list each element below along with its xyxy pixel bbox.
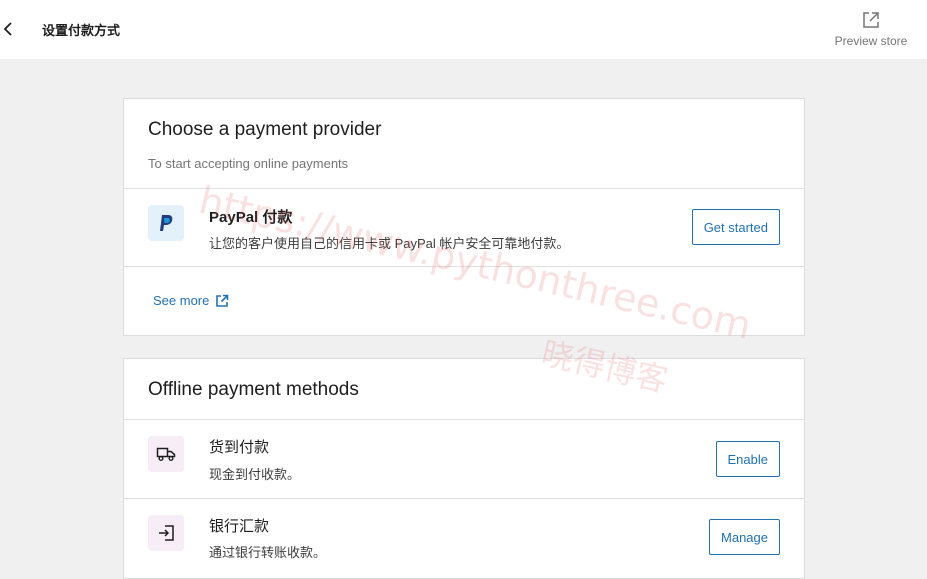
payment-method-row: PayPal 付款 让您的客户使用自己的信用卡或 PayPal 帐户安全可靠地付… <box>124 189 804 266</box>
get-started-button[interactable]: Get started <box>691 209 780 245</box>
bank-transfer-icon <box>148 515 184 551</box>
divider <box>124 266 804 267</box>
external-link-icon <box>863 12 879 28</box>
method-description: 现金到付收款。 <box>209 467 301 482</box>
manage-button[interactable]: Manage <box>709 519 780 555</box>
payment-provider-card: Choose a payment provider To start accep… <box>123 98 805 336</box>
truck-icon <box>148 436 184 472</box>
card-title: Offline payment methods <box>148 379 359 400</box>
back-button[interactable] <box>0 18 16 40</box>
page-title: 设置付款方式 <box>42 23 121 38</box>
payment-method-row: 货到付款 现金到付收款。 Enable <box>124 420 804 498</box>
method-description: 通过银行转账收款。 <box>209 545 327 560</box>
see-more-link[interactable]: See more <box>153 293 229 308</box>
preview-store-label: Preview store <box>834 34 908 48</box>
external-link-icon <box>216 294 229 307</box>
method-name: PayPal 付款 <box>209 209 293 226</box>
see-more-label: See more <box>153 293 210 308</box>
offline-payment-card: Offline payment methods 货到付款 现金到付收款。 Ena… <box>123 358 805 579</box>
paypal-logo-icon <box>148 205 184 241</box>
enable-button[interactable]: Enable <box>715 441 780 477</box>
method-name: 银行汇款 <box>209 518 270 535</box>
method-description: 让您的客户使用自己的信用卡或 PayPal 帐户安全可靠地付款。 <box>209 236 570 251</box>
top-bar: 设置付款方式 Preview store <box>0 0 927 59</box>
card-title: Choose a payment provider <box>148 119 382 140</box>
card-subtitle: To start accepting online payments <box>148 156 349 171</box>
preview-store-button[interactable]: Preview store <box>831 10 911 52</box>
method-name: 货到付款 <box>209 439 270 456</box>
payment-method-row: 银行汇款 通过银行转账收款。 Manage <box>124 499 804 579</box>
chevron-left-icon <box>3 22 12 36</box>
